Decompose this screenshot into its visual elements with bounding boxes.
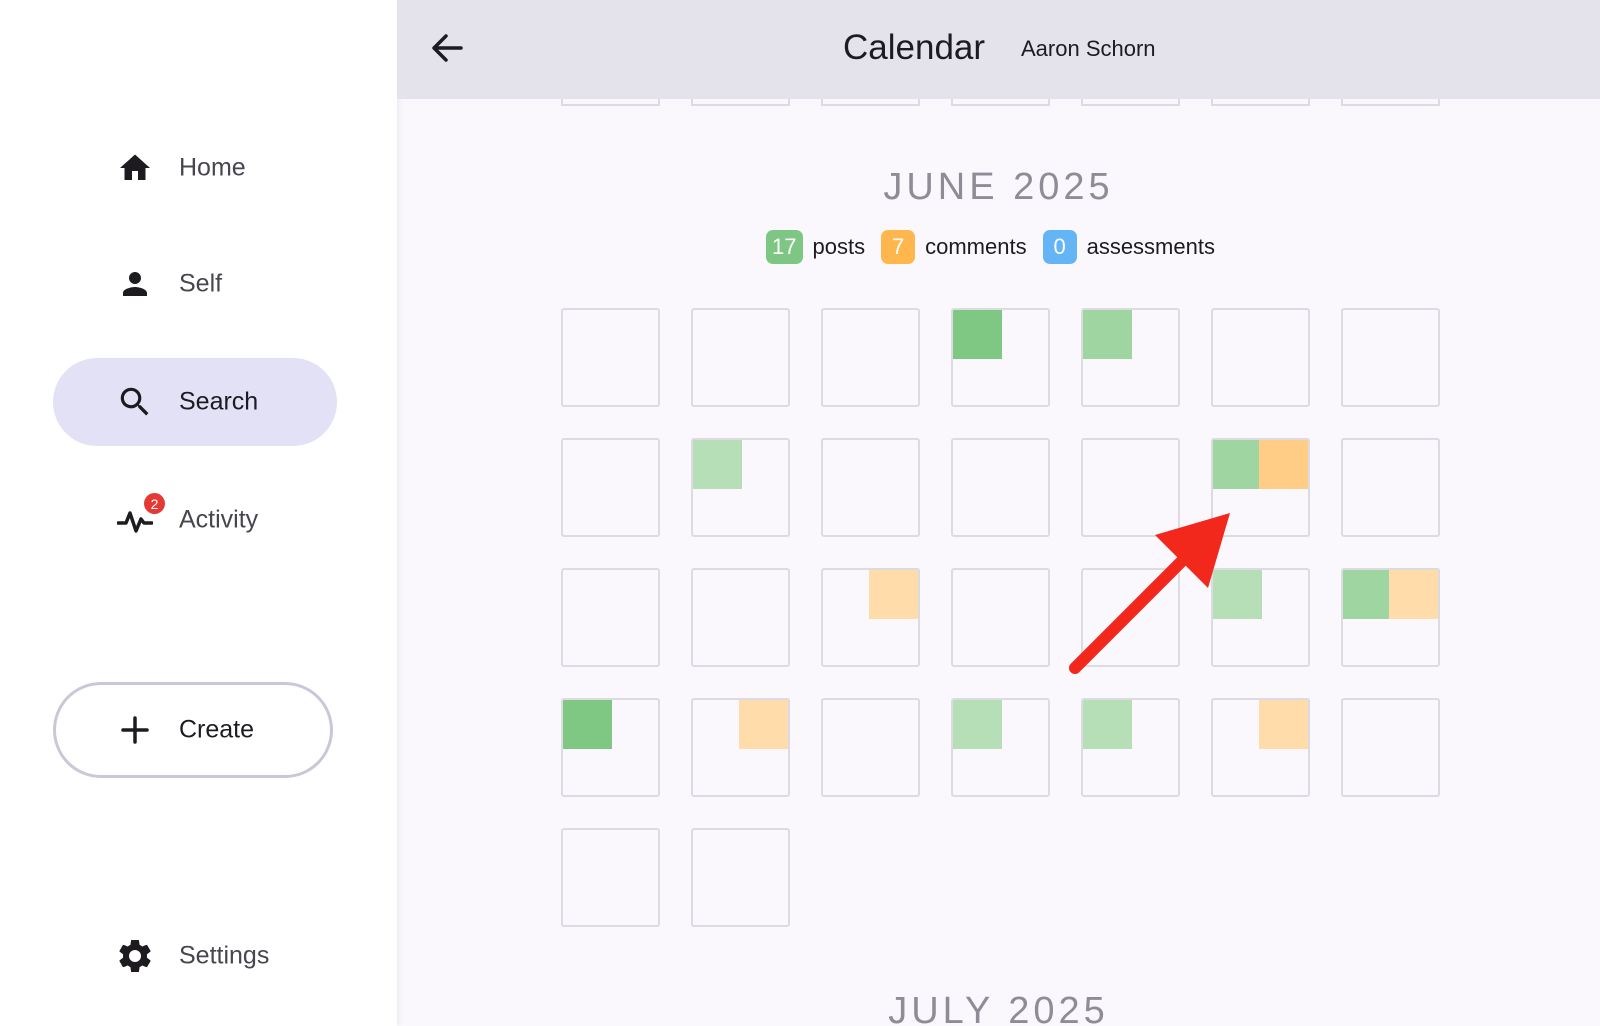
calendar-day-cell[interactable] [951, 308, 1050, 407]
comment-activity-marker [1389, 570, 1438, 619]
calendar-day-cell[interactable] [1211, 308, 1310, 407]
assessments-count-badge: 0 [1042, 230, 1077, 264]
home-icon [115, 148, 155, 188]
comment-activity-marker [739, 700, 788, 749]
post-activity-marker [1083, 700, 1132, 749]
calendar-day-cell[interactable] [1211, 568, 1310, 667]
calendar-day-cell[interactable] [821, 698, 920, 797]
month-stats: 17 posts 7 comments 0 assessments [397, 230, 1600, 264]
calendar-day-cell[interactable] [561, 698, 660, 797]
comments-label: comments [925, 234, 1027, 259]
search-icon [115, 382, 155, 422]
nav-label-self: Self [179, 269, 223, 298]
nav-item-activity[interactable]: 2 Activity [53, 476, 337, 564]
calendar-day-cell[interactable] [1081, 438, 1180, 537]
nav-label-settings: Settings [179, 941, 270, 970]
post-activity-marker [1213, 440, 1262, 489]
calendar-day-cell[interactable] [1341, 308, 1440, 407]
calendar-day-cell[interactable] [1081, 308, 1180, 407]
calendar-day-cell[interactable] [691, 308, 790, 407]
next-month-title: JULY 2025 [888, 990, 1109, 1026]
person-icon [115, 264, 155, 304]
calendar-day-cell[interactable] [951, 698, 1050, 797]
calendar-day-cell[interactable] [561, 568, 660, 667]
page-title: Calendar [843, 28, 986, 67]
gear-icon [115, 936, 155, 976]
calendar-day-cell[interactable] [691, 698, 790, 797]
calendar-day-cell[interactable] [951, 568, 1050, 667]
top-app-bar: Calendar Aaron Schorn [397, 0, 1600, 99]
post-activity-marker [1213, 570, 1262, 619]
nav-item-settings[interactable]: Settings [53, 912, 337, 1000]
nav-item-search[interactable]: Search [53, 358, 337, 446]
sidebar: Home Self Search 2 Activity Create Setti… [0, 0, 397, 1026]
user-name: Aaron Schorn [1021, 36, 1156, 61]
calendar-day-cell[interactable] [691, 438, 790, 537]
post-activity-marker [953, 700, 1002, 749]
post-activity-marker [563, 700, 612, 749]
post-activity-marker [693, 440, 742, 489]
calendar-day-cell[interactable] [821, 438, 920, 537]
plus-icon [115, 710, 155, 750]
calendar-day-cell[interactable] [561, 308, 660, 407]
calendar-day-cell[interactable] [1341, 568, 1440, 667]
nav-label-activity: Activity [179, 505, 259, 534]
comment-activity-marker [869, 570, 918, 619]
calendar-main: Calendar Aaron Schorn JUNE 2025 17 posts… [397, 0, 1600, 1026]
create-button[interactable]: Create [53, 682, 333, 778]
calendar-day-cell[interactable] [691, 828, 790, 927]
calendar-day-cell[interactable] [561, 438, 660, 537]
calendar-day-cell[interactable] [1211, 698, 1310, 797]
nav-item-home[interactable]: Home [53, 124, 337, 212]
comments-count-badge: 7 [881, 230, 916, 264]
post-activity-marker [1083, 310, 1132, 359]
calendar-day-cell[interactable] [1341, 698, 1440, 797]
calendar-day-cell[interactable] [691, 568, 790, 667]
calendar-day-cell[interactable] [821, 308, 920, 407]
nav-label-search: Search [179, 387, 259, 416]
nav-label-home: Home [179, 153, 246, 182]
month-title: JUNE 2025 [883, 166, 1114, 208]
calendar-day-cell[interactable] [951, 438, 1050, 537]
calendar-day-cell[interactable] [821, 568, 920, 667]
back-arrow-icon[interactable] [427, 28, 467, 68]
posts-count-badge: 17 [766, 230, 803, 264]
calendar-day-cell[interactable] [1211, 438, 1310, 537]
notification-badge: 2 [144, 493, 165, 514]
comment-activity-marker [1259, 700, 1308, 749]
assessments-label: assessments [1086, 234, 1215, 259]
create-label: Create [179, 715, 255, 744]
nav-item-self[interactable]: Self [53, 240, 337, 328]
post-activity-marker [1343, 570, 1392, 619]
calendar-day-cell[interactable] [1081, 568, 1180, 667]
calendar-day-cell[interactable] [1081, 698, 1180, 797]
post-activity-marker [953, 310, 1002, 359]
calendar-day-cell[interactable] [561, 828, 660, 927]
calendar-day-cell[interactable] [1341, 438, 1440, 537]
posts-label: posts [812, 234, 866, 259]
comment-activity-marker [1259, 440, 1308, 489]
